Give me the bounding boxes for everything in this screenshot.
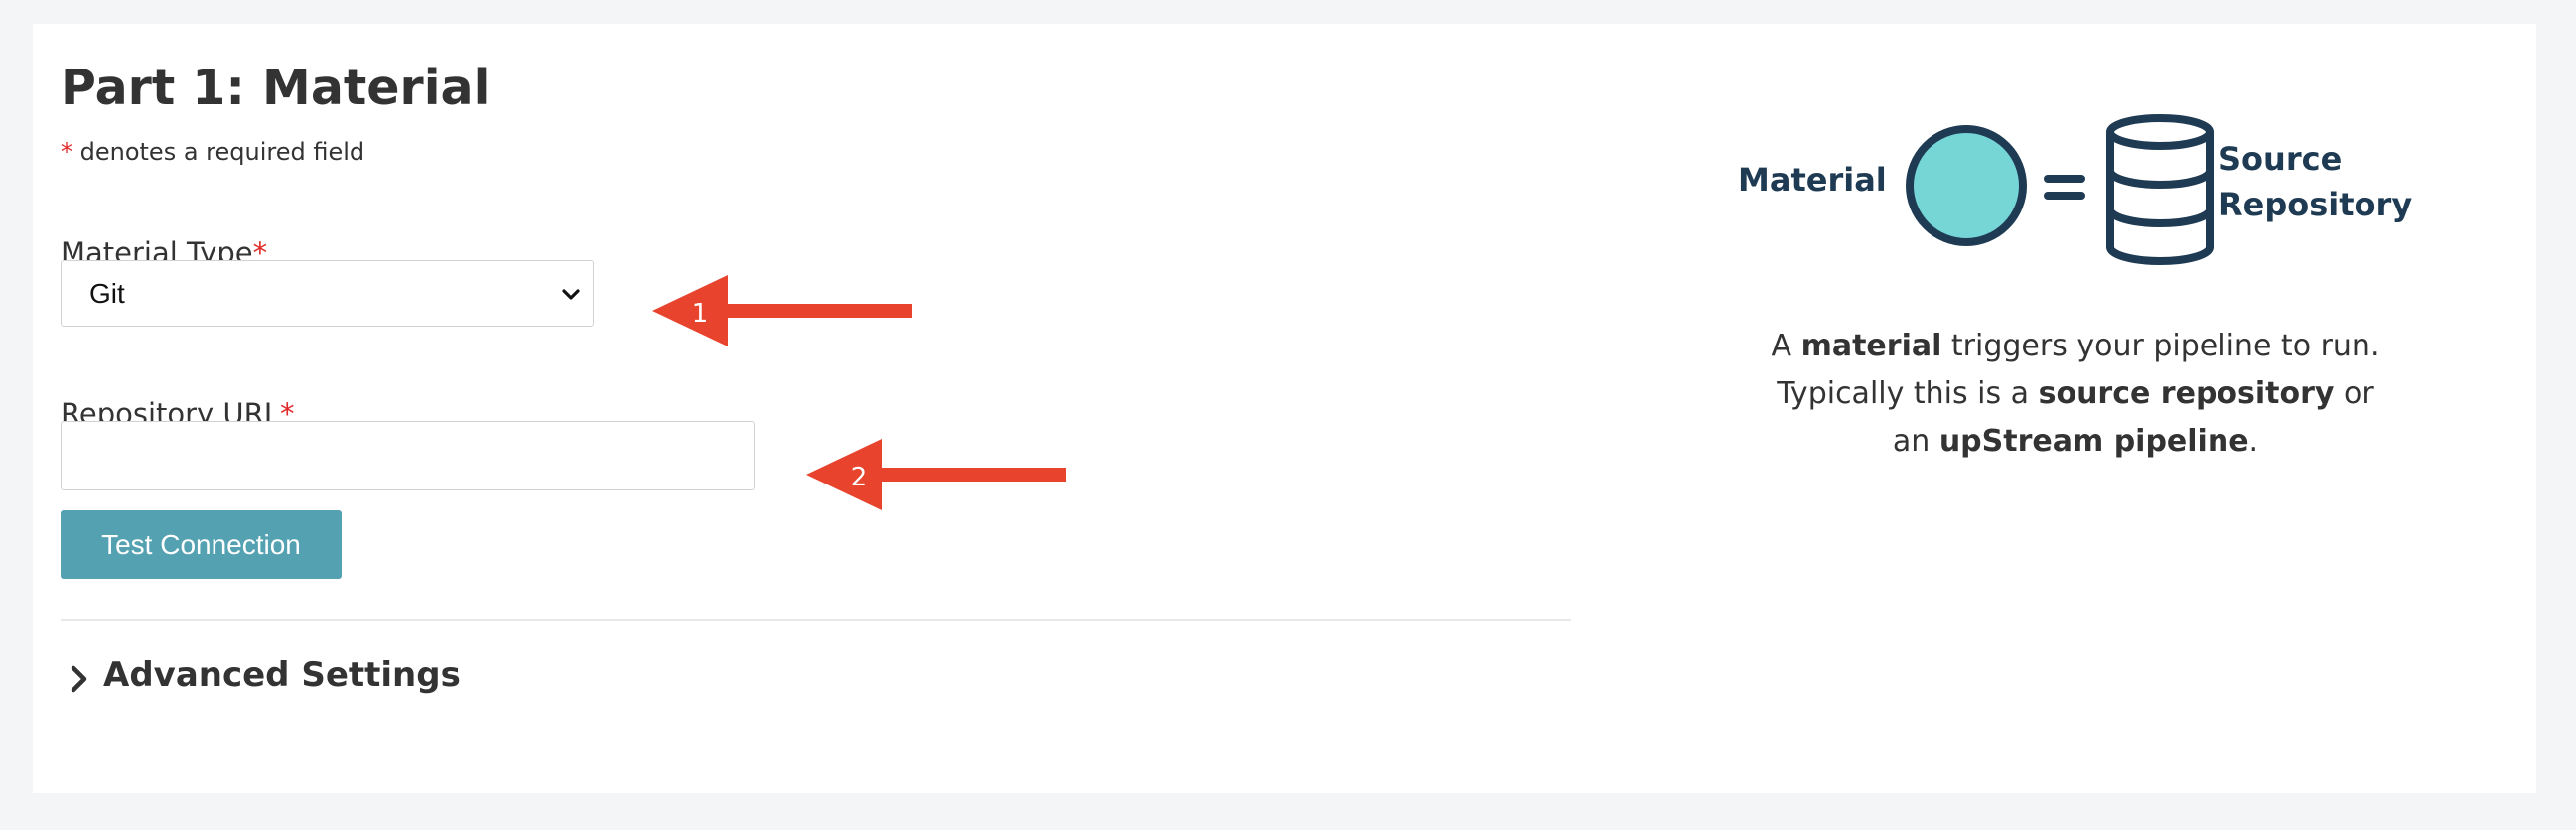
section-divider <box>61 619 1571 621</box>
material-type-selected-value: Git <box>89 278 125 309</box>
description-line-2: Typically this is a source repository or <box>1629 370 2522 418</box>
repository-url-input[interactable] <box>61 421 755 490</box>
test-connection-button[interactable]: Test Connection <box>61 510 342 579</box>
description-bold-material: material <box>1800 329 1942 363</box>
diagram-source-label: Source <box>2218 140 2343 178</box>
diagram-material-label: Material <box>1738 161 1887 199</box>
description-text: A <box>1771 329 1801 363</box>
annotation-arrow-2: 2 <box>806 439 1066 510</box>
diagram-repository-label: Repository <box>2218 186 2413 223</box>
required-note-text: denotes a required field <box>72 138 365 166</box>
advanced-settings-label: Advanced Settings <box>103 655 461 695</box>
description-bold-upstream-pipeline: upStream pipeline <box>1938 424 2249 459</box>
annotation-number-1: 1 <box>692 299 709 329</box>
annotation-arrow-1: 1 <box>652 275 912 346</box>
database-icon <box>2106 114 2214 265</box>
page-title: Part 1: Material <box>61 60 491 116</box>
required-field-note: * denotes a required field <box>61 138 364 166</box>
description-text: or <box>2334 376 2374 411</box>
material-diagram: Material Source Repository <box>1708 104 2412 273</box>
chevron-right-icon <box>71 665 87 693</box>
material-equals-repository-graphic <box>1906 114 2214 265</box>
description-text: triggers your pipeline to run. <box>1941 329 2380 363</box>
description-bold-source-repository: source repository <box>2038 376 2335 411</box>
material-type-select[interactable]: Git <box>61 260 594 327</box>
description-line-3: an upStream pipeline. <box>1629 418 2522 466</box>
description-text: . <box>2248 424 2259 459</box>
material-description: A material triggers your pipeline to run… <box>1629 323 2522 466</box>
material-circle-icon <box>1906 125 2027 246</box>
equals-icon <box>2044 175 2085 200</box>
annotation-number-2: 2 <box>851 463 868 492</box>
description-line-1: A material triggers your pipeline to run… <box>1629 323 2522 370</box>
description-text: an <box>1892 424 1939 459</box>
description-text: Typically this is a <box>1777 376 2039 411</box>
required-asterisk: * <box>61 138 72 166</box>
chevron-down-icon <box>562 289 580 300</box>
